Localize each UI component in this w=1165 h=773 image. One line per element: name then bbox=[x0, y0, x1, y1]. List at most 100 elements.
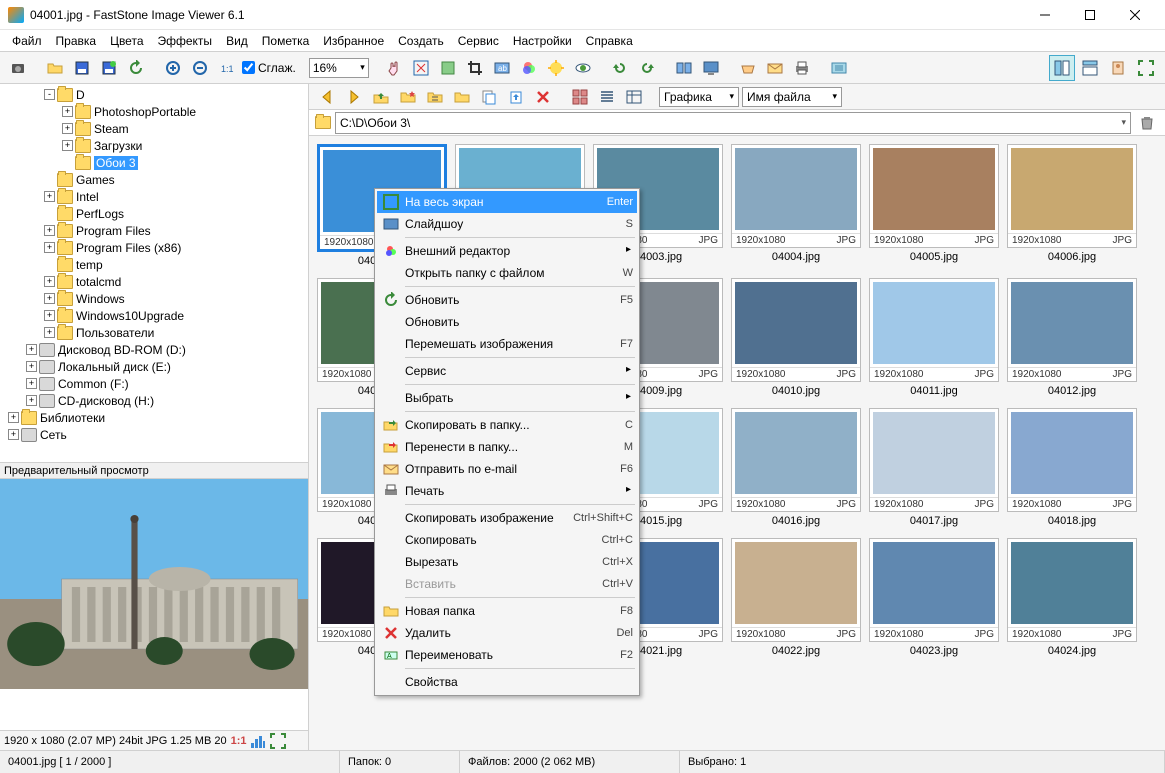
tree-item[interactable]: +Steam bbox=[0, 120, 308, 137]
hand-tool-icon[interactable] bbox=[382, 56, 406, 80]
tree-item[interactable]: -D bbox=[0, 86, 308, 103]
close-button[interactable] bbox=[1112, 1, 1157, 29]
move-to-icon[interactable] bbox=[504, 85, 528, 109]
tree-item[interactable]: +Program Files bbox=[0, 222, 308, 239]
view-thumbs-icon[interactable] bbox=[568, 85, 592, 109]
ctx-Сервис[interactable]: Сервис bbox=[377, 360, 637, 382]
ctx-Скопировать-изображение[interactable]: Скопировать изображениеCtrl+Shift+C bbox=[377, 507, 637, 529]
tree-item[interactable]: +Дисковод BD-ROM (D:) bbox=[0, 341, 308, 358]
ctx-На-весь-экран[interactable]: На весь экранEnter bbox=[377, 191, 637, 213]
menu-Настройки[interactable]: Настройки bbox=[507, 32, 578, 50]
menu-Вид[interactable]: Вид bbox=[220, 32, 254, 50]
smooth-checkbox[interactable]: Сглаж. bbox=[242, 61, 296, 75]
menu-Создать[interactable]: Создать bbox=[392, 32, 450, 50]
thumbnail[interactable]: 1920x1080JPG bbox=[1007, 538, 1137, 642]
ctx-Слайдшоу[interactable]: СлайдшоуS bbox=[377, 213, 637, 235]
tree-item[interactable]: +Локальный диск (E:) bbox=[0, 358, 308, 375]
tree-item[interactable]: PerfLogs bbox=[0, 205, 308, 222]
ctx-Переименовать[interactable]: AПереименоватьF2 bbox=[377, 644, 637, 666]
email-icon[interactable] bbox=[763, 56, 787, 80]
menu-Цвета[interactable]: Цвета bbox=[104, 32, 149, 50]
menu-Избранное[interactable]: Избранное bbox=[317, 32, 390, 50]
ctx-Обновить[interactable]: Обновить bbox=[377, 311, 637, 333]
thumbnail[interactable]: 1920x1080JPG bbox=[869, 278, 999, 382]
menu-Правка[interactable]: Правка bbox=[50, 32, 103, 50]
view-list-icon[interactable] bbox=[595, 85, 619, 109]
nav-back-icon[interactable] bbox=[315, 85, 339, 109]
ctx-Скопировать-в-папку...[interactable]: Скопировать в папку...C bbox=[377, 414, 637, 436]
view-mode-browser-icon[interactable] bbox=[1049, 55, 1075, 81]
ctx-Скопировать[interactable]: СкопироватьCtrl+C bbox=[377, 529, 637, 551]
menu-Эффекты[interactable]: Эффекты bbox=[152, 32, 219, 50]
delete-icon[interactable] bbox=[531, 85, 555, 109]
tree-item[interactable]: +Windows bbox=[0, 290, 308, 307]
tree-item[interactable]: +Windows10Upgrade bbox=[0, 307, 308, 324]
crop-icon[interactable] bbox=[463, 56, 487, 80]
tree-item[interactable]: +totalcmd bbox=[0, 273, 308, 290]
ctx-Отправить-по-e-mail[interactable]: Отправить по e-mailF6 bbox=[377, 458, 637, 480]
thumbnail[interactable]: 1920x1080JPG bbox=[1007, 144, 1137, 248]
trash-icon[interactable] bbox=[1135, 111, 1159, 135]
menu-Пометка[interactable]: Пометка bbox=[256, 32, 316, 50]
tree-item[interactable]: Обои 3 bbox=[0, 154, 308, 171]
ctx-Выбрать[interactable]: Выбрать bbox=[377, 387, 637, 409]
zoom-actual-icon[interactable]: 1:1 bbox=[215, 56, 239, 80]
ctx-Перенести-в-папку...[interactable]: Перенести в папку...M bbox=[377, 436, 637, 458]
ctx-Новая-папка[interactable]: Новая папкаF8 bbox=[377, 600, 637, 622]
ctx-Вырезать[interactable]: ВырезатьCtrl+X bbox=[377, 551, 637, 573]
text-icon[interactable]: ab bbox=[490, 56, 514, 80]
menu-Справка[interactable]: Справка bbox=[580, 32, 639, 50]
canvas-icon[interactable] bbox=[436, 56, 460, 80]
menu-Сервис[interactable]: Сервис bbox=[452, 32, 505, 50]
tree-item[interactable]: temp bbox=[0, 256, 308, 273]
thumbnail[interactable]: 1920x1080JPG bbox=[1007, 408, 1137, 512]
maximize-button[interactable] bbox=[1067, 1, 1112, 29]
tree-item[interactable]: Games bbox=[0, 171, 308, 188]
view-mode-fullscreen-icon[interactable] bbox=[1133, 55, 1159, 81]
fav-list-icon[interactable] bbox=[423, 85, 447, 109]
menu-Файл[interactable]: Файл bbox=[6, 32, 48, 50]
histogram-icon[interactable] bbox=[250, 733, 266, 749]
ctx-Перемешать-изображения[interactable]: Перемешать изображенияF7 bbox=[377, 333, 637, 355]
sort-combo[interactable]: Имя файла bbox=[742, 87, 842, 107]
remove-redeye-icon[interactable] bbox=[571, 56, 595, 80]
nav-up-icon[interactable] bbox=[369, 85, 393, 109]
new-folder-icon[interactable] bbox=[450, 85, 474, 109]
tree-item[interactable]: +PhotoshopPortable bbox=[0, 103, 308, 120]
save-as-icon[interactable] bbox=[97, 56, 121, 80]
ctx-Удалить[interactable]: УдалитьDel bbox=[377, 622, 637, 644]
ctx-Открыть-папку-с-файлом[interactable]: Открыть папку с файломW bbox=[377, 262, 637, 284]
view-mode-thumbs-icon[interactable] bbox=[1077, 55, 1103, 81]
tree-item[interactable]: +Common (F:) bbox=[0, 375, 308, 392]
wallpaper-icon[interactable] bbox=[699, 56, 723, 80]
thumbnail[interactable]: 1920x1080JPG bbox=[731, 538, 861, 642]
tree-item[interactable]: +Библиотеки bbox=[0, 409, 308, 426]
save-icon[interactable] bbox=[70, 56, 94, 80]
acquire-icon[interactable] bbox=[6, 56, 30, 80]
ctx-Обновить[interactable]: ОбновитьF5 bbox=[377, 289, 637, 311]
filter-combo[interactable]: Графика bbox=[659, 87, 739, 107]
thumbnail[interactable]: 1920x1080JPG bbox=[731, 408, 861, 512]
tree-item[interactable]: +Сеть bbox=[0, 426, 308, 443]
thumbnail[interactable]: 1920x1080JPG bbox=[869, 144, 999, 248]
print-icon[interactable] bbox=[790, 56, 814, 80]
thumbnail[interactable]: 1920x1080JPG bbox=[731, 278, 861, 382]
compare-icon[interactable] bbox=[672, 56, 696, 80]
tree-item[interactable]: +CD-дисковод (H:) bbox=[0, 392, 308, 409]
thumbnail[interactable]: 1920x1080JPG bbox=[731, 144, 861, 248]
fullscreen-preview-icon[interactable] bbox=[270, 733, 286, 749]
preview-pane[interactable] bbox=[0, 479, 308, 730]
thumbnail[interactable]: 1920x1080JPG bbox=[869, 408, 999, 512]
zoom-out-icon[interactable] bbox=[188, 56, 212, 80]
settings-icon[interactable] bbox=[827, 56, 851, 80]
ctx-Печать[interactable]: Печать bbox=[377, 480, 637, 502]
copy-to-icon[interactable] bbox=[477, 85, 501, 109]
path-input[interactable]: C:\D\Обои 3\ bbox=[335, 112, 1131, 134]
ctx-Внешний-редактор[interactable]: Внешний редактор bbox=[377, 240, 637, 262]
nav-forward-icon[interactable] bbox=[342, 85, 366, 109]
zoom-in-icon[interactable] bbox=[161, 56, 185, 80]
tree-item[interactable]: +Program Files (x86) bbox=[0, 239, 308, 256]
fav-add-icon[interactable] bbox=[396, 85, 420, 109]
effects-icon[interactable] bbox=[544, 56, 568, 80]
scanner-icon[interactable] bbox=[736, 56, 760, 80]
